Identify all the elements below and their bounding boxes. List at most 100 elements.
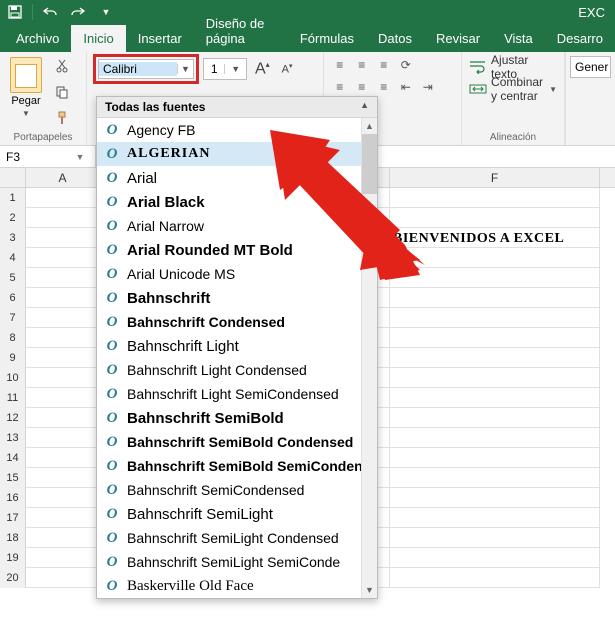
align-middle-button[interactable]: ≡ [352,56,372,74]
row-header[interactable]: 10 [0,368,26,388]
tab-file[interactable]: Archivo [4,25,71,52]
cell[interactable] [26,228,100,248]
row-header[interactable]: 12 [0,408,26,428]
font-option[interactable]: OArial Rounded MT Bold [97,238,377,262]
qat-customize-icon[interactable]: ▼ [95,1,117,23]
cell[interactable] [390,548,600,568]
font-option[interactable]: OALGERIAN [97,142,377,166]
row-header[interactable]: 5 [0,268,26,288]
font-option[interactable]: OBahnschrift [97,286,377,310]
row-header[interactable]: 6 [0,288,26,308]
cell[interactable] [390,388,600,408]
font-option[interactable]: OBahnschrift SemiLight SemiConde [97,550,377,574]
font-option[interactable]: OBaskerville Old Face [97,574,377,598]
row-header[interactable]: 15 [0,468,26,488]
cut-button[interactable] [50,56,74,76]
font-option[interactable]: OBahnschrift Light Condensed [97,358,377,382]
row-header[interactable]: 2 [0,208,26,228]
cell[interactable] [26,288,100,308]
cell[interactable] [26,528,100,548]
cell[interactable] [390,408,600,428]
font-name-input[interactable] [99,62,177,76]
cell[interactable] [26,188,100,208]
cell[interactable] [26,248,100,268]
col-header-a[interactable]: A [26,168,100,187]
copy-button[interactable] [50,82,74,102]
col-header-f[interactable]: F [390,168,600,187]
row-header[interactable]: 11 [0,388,26,408]
cell[interactable] [26,508,100,528]
font-option[interactable]: OBahnschrift SemiCondensed [97,478,377,502]
row-header[interactable]: 14 [0,448,26,468]
tab-data[interactable]: Datos [366,25,424,52]
font-option[interactable]: OArial Unicode MS [97,262,377,286]
font-option[interactable]: OBahnschrift SemiBold Condensed [97,430,377,454]
cell[interactable] [390,328,600,348]
font-option[interactable]: OBahnschrift Light [97,334,377,358]
font-name-combo[interactable]: ▼ [98,59,194,79]
cell[interactable] [390,368,600,388]
scroll-up-icon[interactable]: ▲ [360,100,369,114]
cell[interactable] [26,448,100,468]
cell[interactable] [390,248,600,268]
number-format-combo[interactable]: Gener [570,56,611,78]
cell[interactable] [390,508,600,528]
tab-layout[interactable]: Diseño de página [194,10,288,52]
name-box[interactable]: ▼ [0,146,96,167]
font-option[interactable]: OAgency FB [97,118,377,142]
cell[interactable] [26,348,100,368]
row-header[interactable]: 1 [0,188,26,208]
orientation-button[interactable]: ⟳ [396,56,416,74]
font-option[interactable]: OBahnschrift SemiLight [97,502,377,526]
redo-icon[interactable] [67,1,89,23]
cell[interactable] [26,308,100,328]
align-top-button[interactable]: ≡ [330,56,350,74]
cell[interactable] [390,208,600,228]
chevron-down-icon[interactable]: ▼ [224,64,246,74]
cell[interactable] [26,328,100,348]
row-header[interactable]: 13 [0,428,26,448]
tab-developer[interactable]: Desarro [545,25,615,52]
row-header[interactable]: 19 [0,548,26,568]
cell[interactable] [390,488,600,508]
tab-review[interactable]: Revisar [424,25,492,52]
cell[interactable] [26,408,100,428]
align-center-button[interactable]: ≡ [352,78,372,96]
row-header[interactable]: 4 [0,248,26,268]
tab-home[interactable]: Inicio [71,25,125,52]
cell[interactable] [390,268,600,288]
dropdown-scrollbar[interactable]: ▲ ▼ [361,118,377,598]
row-header[interactable]: 18 [0,528,26,548]
tab-view[interactable]: Vista [492,25,545,52]
cell[interactable] [26,208,100,228]
row-header[interactable]: 9 [0,348,26,368]
undo-icon[interactable] [39,1,61,23]
format-painter-button[interactable] [50,108,74,128]
font-option[interactable]: OArial Black [97,190,377,214]
chevron-down-icon[interactable]: ▼ [72,152,88,162]
cell[interactable] [390,188,600,208]
font-size-combo[interactable]: 1 ▼ [203,58,247,80]
cell[interactable] [26,428,100,448]
scroll-up-button[interactable]: ▲ [362,118,377,134]
select-all-corner[interactable] [0,168,26,187]
font-option[interactable]: OArial [97,166,377,190]
cell[interactable] [26,488,100,508]
row-header[interactable]: 3 [0,228,26,248]
font-option[interactable]: OBahnschrift SemiLight Condensed [97,526,377,550]
row-header[interactable]: 8 [0,328,26,348]
cell[interactable] [390,448,600,468]
cell[interactable]: BIENVENIDOS A EXCEL [390,228,600,248]
cell[interactable] [26,568,100,588]
cell[interactable] [26,368,100,388]
cell[interactable] [390,288,600,308]
row-header[interactable]: 17 [0,508,26,528]
align-right-button[interactable]: ≡ [374,78,394,96]
font-option[interactable]: OBahnschrift Light SemiCondensed [97,382,377,406]
font-option[interactable]: OBahnschrift SemiBold [97,406,377,430]
cell[interactable] [390,528,600,548]
scrollbar-thumb[interactable] [362,134,377,194]
cell[interactable] [390,348,600,368]
font-dropdown[interactable]: Todas las fuentes ▲ ▲ ▼ OAgency FBOALGER… [96,96,378,599]
tab-formulas[interactable]: Fórmulas [288,25,366,52]
